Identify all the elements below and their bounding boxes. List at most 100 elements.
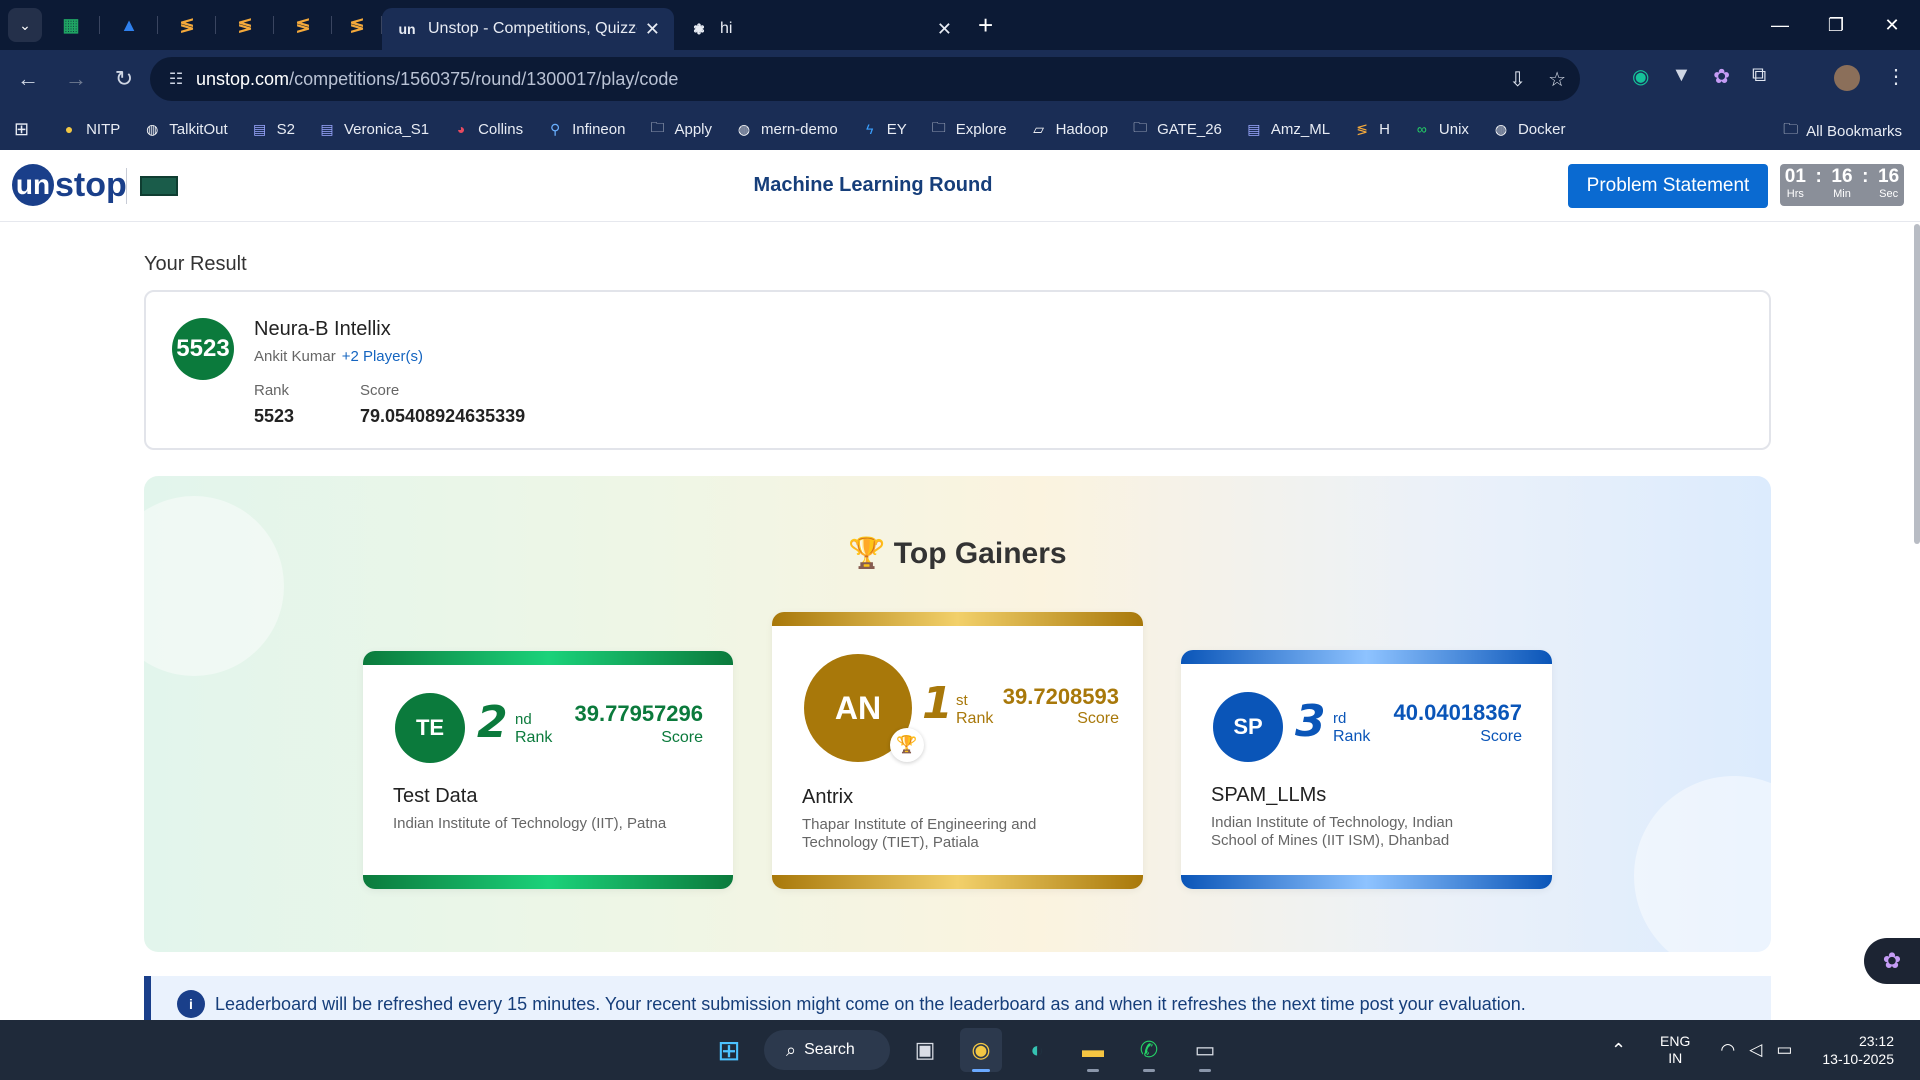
card-bottom-bar: [1181, 875, 1552, 889]
pinned-tab-hackerrank-2[interactable]: ≶: [216, 0, 274, 50]
close-tab-icon[interactable]: ✕: [645, 19, 660, 40]
wifi-icon[interactable]: ◠: [1720, 1040, 1735, 1060]
bookmark-star-icon[interactable]: ☆: [1548, 67, 1566, 92]
github-icon: ◍: [1494, 120, 1508, 137]
gainer-card-1st[interactable]: AN 🏆 1 st Rank 39.7208593 Score Antrix T…: [772, 612, 1143, 889]
hackerrank-icon: ≶: [349, 14, 365, 35]
file-explorer-icon[interactable]: ▬: [1072, 1028, 1114, 1072]
pinned-tab-hackerrank-4[interactable]: ≶: [332, 0, 382, 50]
openai-icon: ❃: [693, 20, 705, 37]
app-icon: ▤: [1247, 120, 1261, 137]
bookmark-hadoop[interactable]: ▱ Hadoop: [1029, 119, 1108, 139]
omnibox[interactable]: ☷ unstop.com/competitions/1560375/round/…: [150, 57, 1580, 101]
gainer-rank-suffix: rd: [1333, 710, 1347, 727]
edge-icon[interactable]: ◐: [1016, 1028, 1058, 1072]
info-icon: i: [177, 990, 205, 1018]
tab-search-button[interactable]: ⌄: [8, 8, 42, 42]
tab-chatgpt[interactable]: ❃ hi ✕: [674, 8, 966, 50]
back-icon[interactable]: ←: [8, 59, 48, 99]
extension-brain-icon[interactable]: ✿: [1713, 64, 1730, 89]
url-text[interactable]: unstop.com/competitions/1560375/round/13…: [196, 69, 678, 90]
bookmark-talkitout[interactable]: ◍ TalkitOut: [142, 119, 227, 139]
show-hidden-icons-icon[interactable]: ⌃: [1611, 1040, 1626, 1061]
timer-seconds: 16: [1878, 166, 1900, 187]
bookmark-s2[interactable]: ▤ S2: [250, 119, 295, 139]
gainer-card-3rd[interactable]: SP 3 rd Rank 40.04018367 Score SPAM_LLMs…: [1181, 650, 1552, 889]
bookmark-infineon[interactable]: ⚲ Infineon: [545, 119, 626, 139]
pinned-tab-sheets[interactable]: ▦: [42, 0, 100, 50]
site-info-icon[interactable]: ☷: [156, 69, 196, 89]
rank-badge: 5523: [172, 318, 234, 380]
clock-time: 23:12: [1858, 1033, 1894, 1049]
apps-grid-icon[interactable]: ⊞: [14, 119, 29, 140]
pinned-tab-hackerrank-3[interactable]: ≶: [274, 0, 332, 50]
bookmark-veronica-s1[interactable]: ▤ Veronica_S1: [317, 119, 429, 139]
task-view-icon[interactable]: ▣: [904, 1028, 946, 1072]
forward-icon[interactable]: →: [56, 59, 96, 99]
bookmark-amz-ml[interactable]: ▤ Amz_ML: [1244, 119, 1330, 139]
new-tab-button[interactable]: +: [978, 10, 993, 41]
pinned-tab-azure[interactable]: ▲: [100, 0, 158, 50]
more-players-link[interactable]: +2 Player(s): [342, 348, 423, 365]
gainer-rank-number: 3: [1295, 696, 1326, 747]
language-indicator[interactable]: ENG IN: [1660, 1033, 1690, 1067]
bookmark-docker[interactable]: ◍ Docker: [1491, 119, 1566, 139]
bookmark-label: NITP: [86, 120, 121, 138]
bookmark-unix[interactable]: ∞ Unix: [1412, 119, 1469, 139]
taskbar-clock[interactable]: 23:12 13-10-2025: [1822, 1032, 1894, 1068]
bookmark-explore[interactable]: 🗀 Explore: [929, 119, 1007, 139]
search-label: Search: [804, 1041, 855, 1058]
hadoop-icon: ▱: [1033, 120, 1044, 137]
sheets-icon: ▦: [62, 14, 80, 35]
bookmark-mern-demo[interactable]: ◍ mern-demo: [734, 119, 838, 139]
install-app-icon[interactable]: ⇩: [1509, 67, 1526, 92]
hackerrank-icon: ≶: [237, 14, 253, 35]
bookmark-nitp[interactable]: ● NITP: [59, 119, 120, 139]
taskbar-search[interactable]: ⌕ Search: [764, 1030, 890, 1070]
volume-icon[interactable]: ◁: [1749, 1040, 1762, 1060]
reload-icon[interactable]: ↻: [104, 59, 144, 99]
chrome-icon[interactable]: ◉: [960, 1028, 1002, 1072]
bookmark-h[interactable]: ≶ H: [1352, 119, 1390, 139]
problem-statement-button[interactable]: Problem Statement: [1568, 164, 1768, 208]
battery-icon[interactable]: ▭: [1776, 1040, 1792, 1060]
timer-minutes-label: Min: [1833, 188, 1851, 200]
bookmark-label: TalkitOut: [169, 120, 228, 138]
whatsapp-icon[interactable]: ✆: [1128, 1028, 1170, 1072]
page-scrollbar[interactable]: [1914, 224, 1920, 544]
bookmark-label: H: [1379, 120, 1390, 138]
tab-unstop[interactable]: un Unstop - Competitions, Quizzes ✕: [382, 8, 674, 50]
minimize-icon[interactable]: —: [1752, 0, 1808, 50]
pinned-tab-hackerrank-1[interactable]: ≶: [158, 0, 216, 50]
extensions-puzzle-icon[interactable]: ⧉: [1752, 64, 1766, 89]
restore-icon[interactable]: ❐: [1808, 0, 1864, 50]
gainer-rank-suffix: nd: [515, 711, 532, 728]
windows-start-icon[interactable]: ⊞: [708, 1028, 750, 1072]
top-gainers-section: 🏆 Top Gainers TE 2 nd Rank 39.77957296 Sc…: [144, 476, 1771, 952]
extension-bird-icon[interactable]: ▼: [1671, 64, 1691, 89]
browser-menu-icon[interactable]: ⋮: [1886, 64, 1906, 89]
gainer-rank-number: 2: [477, 697, 508, 748]
terminal-icon[interactable]: ▭: [1184, 1028, 1226, 1072]
profile-avatar[interactable]: [1834, 65, 1860, 91]
all-bookmarks[interactable]: 🗀 All Bookmarks: [1783, 119, 1902, 144]
bookmark-apply[interactable]: 🗀 Apply: [647, 119, 712, 139]
rank-label: Rank: [254, 382, 290, 399]
hackerrank-icon: ≶: [179, 14, 195, 35]
score-value: 79.05408924635339: [360, 406, 526, 426]
close-window-icon[interactable]: ✕: [1864, 0, 1920, 50]
gainer-card-2nd[interactable]: TE 2 nd Rank 39.77957296 Score Test Data…: [363, 651, 733, 889]
bookmark-gate-26[interactable]: 🗀 GATE_26: [1130, 119, 1222, 139]
gainer-team-name: SPAM_LLMs: [1211, 784, 1327, 806]
assistant-launcher-icon[interactable]: ✿: [1864, 938, 1920, 984]
gainer-institute: Indian Institute of Technology (IIT), Pa…: [393, 815, 667, 832]
bookmark-collins[interactable]: ◕ Collins: [451, 119, 523, 139]
grammarly-icon[interactable]: ◉: [1632, 64, 1649, 89]
bookmark-label: EY: [886, 120, 907, 138]
card-bottom-bar: [772, 875, 1143, 889]
app-icon: ▤: [253, 120, 267, 137]
ey-icon: ϟ: [865, 121, 874, 137]
bookmark-ey[interactable]: ϟ EY: [860, 119, 907, 139]
close-tab-icon[interactable]: ✕: [937, 19, 952, 40]
site-header: un stop Machine Learning Round Problem St…: [0, 150, 1920, 222]
